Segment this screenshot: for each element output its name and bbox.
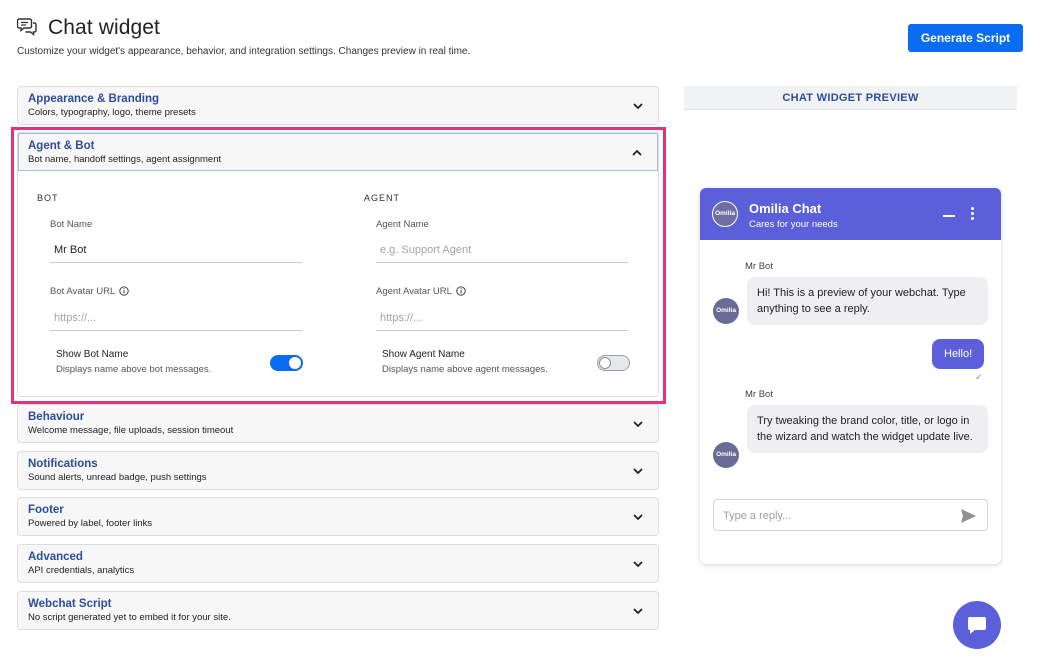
section-title: Webchat Script (28, 598, 112, 610)
widget-subtitle: Cares for your needs (749, 219, 838, 230)
agent-avatar-url-label: Agent Avatar URL (376, 286, 466, 297)
bot-message-bubble: Try tweaking the brand color, title, or … (747, 405, 988, 453)
agent-name-label: Agent Name (376, 219, 429, 230)
bot-avatar-url-input[interactable] (50, 305, 302, 331)
chat-icon (968, 617, 986, 634)
section-description: Bot name, handoff settings, agent assign… (28, 154, 222, 165)
send-icon[interactable] (960, 508, 977, 524)
info-icon[interactable] (119, 286, 129, 297)
info-icon[interactable] (456, 286, 466, 297)
bot-avatar: Omilia (713, 442, 739, 468)
page-title: Chat widget (48, 16, 160, 39)
section-footer[interactable]: Footer Powered by label, footer links (17, 497, 659, 536)
chat-launcher-button[interactable] (953, 601, 1001, 649)
bot-name-input[interactable] (50, 237, 302, 263)
section-agent-bot: Agent & Bot Bot name, handoff settings, … (17, 132, 659, 397)
bot-avatar-url-label: Bot Avatar URL (50, 286, 129, 297)
preview-heading: CHAT WIDGET PREVIEW (684, 86, 1017, 110)
show-bot-name-toggle[interactable] (270, 355, 303, 371)
section-title: Advanced (28, 551, 83, 563)
bot-avatar-url-label-text: Bot Avatar URL (50, 286, 116, 297)
section-title: Behaviour (28, 411, 85, 423)
bot-heading: BOT (37, 193, 59, 203)
section-title: Agent & Bot (28, 140, 95, 152)
section-title: Footer (28, 504, 64, 516)
section-notifications[interactable]: Notifications Sound alerts, unread badge… (17, 451, 659, 490)
show-bot-name-label: Show Bot Name (56, 349, 129, 360)
widget-title: Omilia Chat (749, 201, 822, 216)
widget-logo: Omilia (712, 201, 738, 227)
reply-composer (713, 499, 988, 531)
section-advanced[interactable]: Advanced API credentials, analytics (17, 544, 659, 583)
section-title: Notifications (28, 458, 98, 470)
chevron-down-icon (633, 514, 643, 521)
chevron-down-icon (633, 608, 643, 615)
section-description: Powered by label, footer links (28, 518, 153, 529)
show-bot-name-description: Displays name above bot messages. (56, 364, 212, 375)
widget-header: Omilia Omilia Chat Cares for your needs (700, 188, 1001, 240)
check-icon: ✓ (975, 372, 983, 382)
section-description: Welcome message, file uploads, session t… (28, 425, 234, 436)
section-webchat-script[interactable]: Webchat Script No script generated yet t… (17, 591, 659, 630)
bot-name-label: Bot Name (50, 219, 93, 230)
show-agent-name-description: Displays name above agent messages. (382, 364, 548, 375)
chevron-down-icon (633, 421, 643, 428)
reply-input[interactable] (723, 508, 943, 524)
section-appearance-branding[interactable]: Appearance & Branding Colors, typography… (17, 86, 659, 125)
chevron-down-icon (633, 103, 643, 110)
section-title: Appearance & Branding (28, 93, 159, 105)
section-behaviour[interactable]: Behaviour Welcome message, file uploads,… (17, 404, 659, 443)
more-vertical-icon[interactable] (971, 207, 975, 221)
toggle-knob (599, 357, 611, 369)
agent-heading: AGENT (364, 193, 401, 203)
agent-avatar-url-label-text: Agent Avatar URL (376, 286, 452, 297)
chevron-down-icon (633, 561, 643, 568)
section-description: API credentials, analytics (28, 565, 135, 576)
section-description: Sound alerts, unread badge, push setting… (28, 472, 207, 483)
message-sender: Mr Bot (745, 389, 773, 400)
section-description: No script generated yet to embed it for … (28, 612, 231, 623)
generate-script-button[interactable]: Generate Script (908, 24, 1023, 52)
agent-avatar-url-input[interactable] (376, 305, 628, 331)
agent-name-input[interactable] (376, 237, 628, 263)
chat-widget-preview: Omilia Omilia Chat Cares for your needs … (700, 188, 1001, 564)
toggle-knob (289, 357, 301, 369)
section-description: Colors, typography, logo, theme presets (28, 107, 196, 118)
chevron-down-icon (633, 468, 643, 475)
page-subtitle: Customize your widget's appearance, beha… (17, 46, 471, 57)
show-agent-name-label: Show Agent Name (382, 349, 465, 360)
show-agent-name-toggle[interactable] (597, 355, 630, 371)
bot-message-bubble: Hi! This is a preview of your webchat. T… (747, 277, 988, 325)
chevron-up-icon (632, 149, 642, 156)
message-sender: Mr Bot (745, 261, 773, 272)
bot-avatar: Omilia (713, 298, 739, 324)
minimize-icon[interactable] (943, 215, 955, 217)
chat-bubbles-icon (17, 18, 37, 36)
section-agent-bot-header[interactable]: Agent & Bot Bot name, handoff settings, … (18, 133, 658, 171)
user-message-bubble: Hello! (932, 339, 985, 369)
